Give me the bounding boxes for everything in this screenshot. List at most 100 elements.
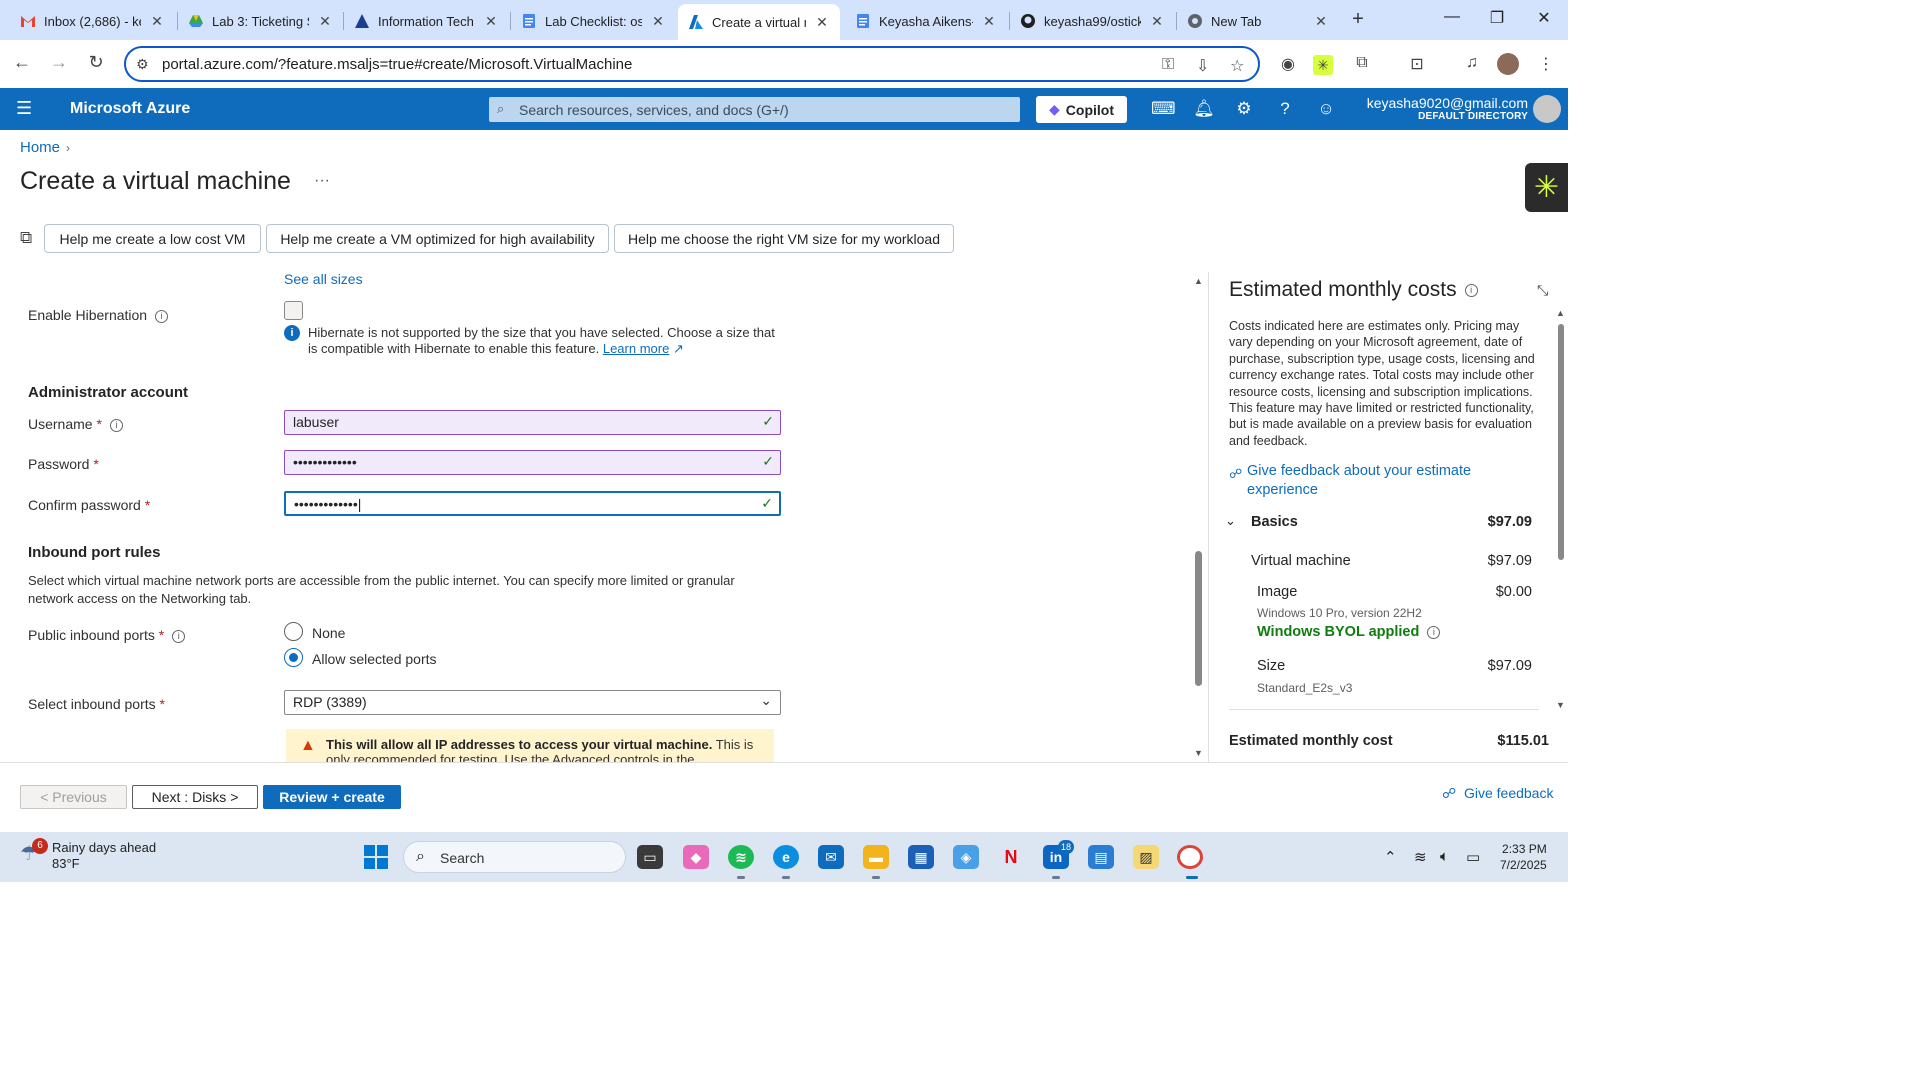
notifications-bell-icon[interactable]: 🔔︎	[1192, 99, 1216, 119]
volume-icon[interactable]: 🔈︎	[1440, 848, 1449, 865]
info-icon[interactable]: i	[1427, 625, 1441, 639]
taskbar-search-input[interactable]: ⌕ Search	[403, 841, 626, 873]
copilot-app-icon[interactable]: ◆	[683, 845, 709, 869]
help-icon[interactable]: ?	[1273, 99, 1297, 119]
install-app-icon[interactable]: ⇩	[1196, 56, 1209, 76]
breadcrumb-home-link[interactable]: Home	[20, 139, 60, 156]
hamburger-menu-icon[interactable]: ☰	[16, 98, 32, 119]
feedback-icon[interactable]: ☺	[1314, 99, 1338, 119]
close-window-icon[interactable]: ✕	[1524, 8, 1564, 28]
review-create-button[interactable]: Review + create	[263, 785, 401, 809]
form-scrollbar[interactable]: ▲ ▼	[1192, 274, 1206, 762]
scrollbar-thumb[interactable]	[1558, 324, 1564, 560]
close-icon[interactable]: ✕	[149, 13, 165, 30]
azure-brand[interactable]: Microsoft Azure	[70, 100, 190, 118]
tab-github[interactable]: keyasha99/ostick ✕	[1010, 6, 1175, 36]
minimize-icon[interactable]: —	[1432, 8, 1472, 26]
close-icon[interactable]: ✕	[1149, 13, 1165, 30]
info-icon[interactable]: i	[109, 418, 123, 432]
give-feedback-link[interactable]: ☍ Give feedback	[1442, 785, 1553, 802]
ai-low-cost-vm-button[interactable]: Help me create a low cost VM	[44, 224, 261, 253]
profile-avatar[interactable]	[1497, 53, 1519, 75]
enable-hibernation-checkbox[interactable]	[284, 301, 303, 320]
tab-search-icon[interactable]: ⊡	[1405, 54, 1429, 74]
extensions-puzzle-icon[interactable]: ⧉	[1350, 54, 1374, 72]
password-input[interactable]: ••••••••••••• ✓	[284, 450, 781, 475]
previous-button[interactable]: < Previous	[20, 785, 127, 809]
extension-icon[interactable]: ✳	[1313, 55, 1333, 75]
show-hidden-icons-chevron-up-icon[interactable]: ⌃	[1384, 848, 1397, 866]
notes-icon[interactable]: ▨	[1133, 845, 1159, 869]
microsoft-store-icon[interactable]: ▦	[908, 845, 934, 869]
learn-more-link[interactable]: Learn more	[603, 341, 669, 356]
close-icon[interactable]: ✕	[1313, 13, 1329, 30]
tab-lab3[interactable]: Lab 3: Ticketing S ✕	[178, 6, 343, 36]
close-icon[interactable]: ✕	[981, 13, 997, 30]
grammarly-icon[interactable]: ◉	[1276, 54, 1300, 74]
close-icon[interactable]: ✕	[650, 13, 666, 30]
menu-dots-icon[interactable]: ⋮	[1534, 54, 1558, 74]
confirm-password-input[interactable]: •••••••••••••| ✓	[284, 491, 781, 516]
media-control-icon[interactable]: ♫	[1460, 54, 1484, 72]
radio-none[interactable]	[284, 622, 303, 641]
chevron-down-icon[interactable]: ⌄	[1225, 513, 1236, 529]
edge-icon[interactable]: e	[773, 845, 799, 869]
ai-vm-size-button[interactable]: Help me choose the right VM size for my …	[614, 224, 954, 253]
wifi-icon[interactable]: ≋	[1414, 848, 1427, 866]
username-input[interactable]: labuser ✓	[284, 410, 781, 435]
radio-none-label[interactable]: None	[312, 625, 345, 641]
system-clock[interactable]: 2:33 PM 7/2/2025	[1500, 841, 1547, 873]
chrome-icon[interactable]	[1177, 845, 1203, 869]
tab-gmail[interactable]: Inbox (2,686) - ke ✕	[10, 6, 175, 36]
netflix-icon[interactable]: N	[998, 845, 1024, 869]
close-icon[interactable]: ✕	[814, 14, 830, 31]
collapse-panel-icon[interactable]: ⤡	[1537, 282, 1548, 299]
cost-feedback-link[interactable]: ☍ Give feedback about your estimate expe…	[1229, 462, 1529, 500]
site-info-icon[interactable]: ⚙	[136, 56, 149, 73]
ai-high-availability-button[interactable]: Help me create a VM optimized for high a…	[266, 224, 609, 253]
info-icon[interactable]: i	[172, 629, 186, 643]
tab-lab-checklist[interactable]: Lab Checklist: osT ✕	[511, 6, 676, 36]
close-icon[interactable]: ✕	[317, 13, 333, 30]
new-tab-button[interactable]: +	[1346, 8, 1370, 31]
copilot-button[interactable]: ◆ Copilot	[1036, 96, 1127, 123]
azure-search-input[interactable]: ⌕ Search resources, services, and docs (…	[489, 97, 1020, 122]
scrollbar-thumb[interactable]	[1195, 551, 1202, 686]
avatar[interactable]	[1533, 95, 1561, 123]
scroll-down-icon[interactable]: ▼	[1556, 700, 1565, 710]
scroll-up-icon[interactable]: ▲	[1556, 308, 1565, 318]
radio-allow-label[interactable]: Allow selected ports	[312, 651, 437, 667]
info-icon[interactable]: i	[155, 309, 169, 323]
more-options-icon[interactable]: ···	[314, 172, 330, 190]
windows-start-icon[interactable]	[364, 845, 388, 869]
close-icon[interactable]: ✕	[483, 13, 499, 30]
tab-keyasha-doc[interactable]: Keyasha Aikens-B ✕	[845, 6, 1007, 36]
file-explorer-icon[interactable]: ▬	[863, 845, 889, 869]
m365-icon[interactable]: ◈	[953, 845, 979, 869]
password-key-icon[interactable]: ⚿	[1162, 56, 1174, 74]
outlook-calendar-icon[interactable]: ▤	[1088, 845, 1114, 869]
info-icon[interactable]: i	[1464, 283, 1478, 297]
bookmark-star-icon[interactable]: ☆	[1230, 56, 1244, 76]
restore-icon[interactable]: ❐	[1477, 8, 1517, 28]
tab-information-tech[interactable]: Information Tech ✕	[344, 6, 509, 36]
basics-label[interactable]: Basics	[1251, 514, 1298, 530]
battery-icon[interactable]: ▭	[1466, 848, 1480, 866]
tab-create-vm[interactable]: Create a virtual m ✕	[678, 4, 840, 40]
side-widget-icon[interactable]: ✳	[1525, 163, 1568, 212]
address-bar[interactable]: ⚙ portal.azure.com/?feature.msaljs=true#…	[124, 46, 1260, 82]
forward-icon[interactable]: →	[47, 52, 71, 73]
account-info[interactable]: keyasha9020@gmail.com DEFAULT DIRECTORY	[1367, 95, 1528, 122]
scroll-up-icon[interactable]: ▲	[1194, 276, 1203, 286]
cloud-shell-icon[interactable]: ⌨	[1151, 99, 1176, 119]
settings-gear-icon[interactable]: ⚙	[1232, 99, 1256, 119]
spotify-icon[interactable]: ≋	[728, 845, 754, 869]
inbound-ports-select[interactable]: RDP (3389) ⌄	[284, 690, 781, 715]
tab-new-tab[interactable]: New Tab ✕	[1177, 6, 1339, 36]
radio-allow-selected-ports[interactable]	[284, 648, 303, 667]
mail-icon[interactable]: ✉	[818, 845, 844, 869]
scroll-down-icon[interactable]: ▼	[1194, 748, 1203, 758]
cost-panel-scrollbar[interactable]: ▲ ▼	[1555, 308, 1567, 712]
see-all-sizes-link[interactable]: See all sizes	[284, 271, 363, 287]
back-icon[interactable]: ←	[10, 52, 34, 73]
